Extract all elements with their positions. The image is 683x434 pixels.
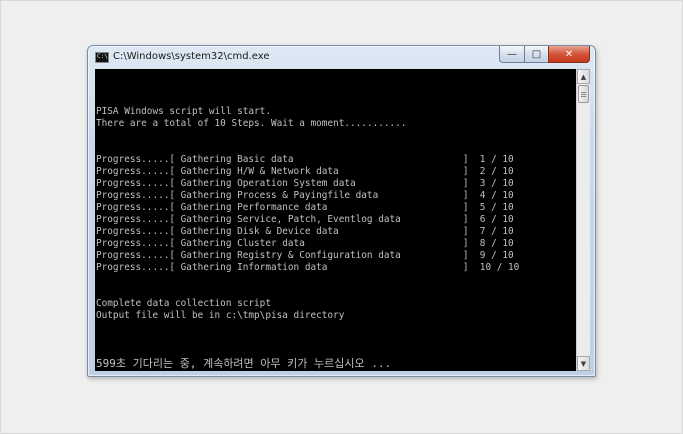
minimize-button[interactable]: — <box>499 46 524 63</box>
console-line: Progress.....[ Gathering Service, Patch,… <box>96 214 514 225</box>
scroll-up-arrow-icon[interactable]: ▲ <box>577 69 590 84</box>
console-text: PISA Windows script will start. There are… <box>96 106 519 322</box>
window-title: C:\Windows\system32\cmd.exe <box>113 51 270 62</box>
thumb-grip-line <box>581 94 586 95</box>
console-line: Progress.....[ Gathering Cluster data ] … <box>96 238 514 249</box>
scroll-thumb[interactable] <box>578 85 589 103</box>
console-line: Progress.....[ Gathering H/W & Network d… <box>96 166 514 177</box>
vertical-scrollbar[interactable]: ▲ ▼ <box>576 69 590 371</box>
console-line: PISA Windows script will start. <box>96 106 271 117</box>
scroll-down-arrow-icon[interactable]: ▼ <box>577 356 590 371</box>
console-line: Progress.....[ Gathering Process & Payin… <box>96 190 514 201</box>
console-line: Progress.....[ Gathering Performance dat… <box>96 202 514 213</box>
console-line: Progress.....[ Gathering Registry & Conf… <box>96 250 514 261</box>
cmd-icon[interactable]: C:\ <box>95 52 109 63</box>
console-line: There are a total of 10 Steps. Wait a mo… <box>96 118 407 129</box>
thumb-grip-line <box>581 96 586 97</box>
close-button[interactable]: ✕ <box>548 46 590 63</box>
title-bar[interactable]: C:\ C:\Windows\system32\cmd.exe — □ ✕ <box>88 46 595 70</box>
console-line: Progress.....[ Gathering Information dat… <box>96 262 520 273</box>
console-line: Progress.....[ Gathering Operation Syste… <box>96 178 514 189</box>
wait-prompt: 599초 기다리는 중, 계속하려면 아무 키가 누르십시오 ... <box>96 357 392 370</box>
cmd-window: C:\ C:\Windows\system32\cmd.exe — □ ✕ PI… <box>87 45 596 377</box>
console-line: Complete data collection script <box>96 298 271 309</box>
thumb-grip-line <box>581 92 586 93</box>
console-line: Progress.....[ Gathering Basic data ] 1 … <box>96 154 514 165</box>
console-output[interactable]: PISA Windows script will start. There are… <box>95 69 576 371</box>
console-line: Progress.....[ Gathering Disk & Device d… <box>96 226 514 237</box>
window-controls: — □ ✕ <box>499 46 590 64</box>
console-line: Output file will be in c:\tmp\pisa direc… <box>96 310 345 321</box>
maximize-button[interactable]: □ <box>524 46 548 63</box>
